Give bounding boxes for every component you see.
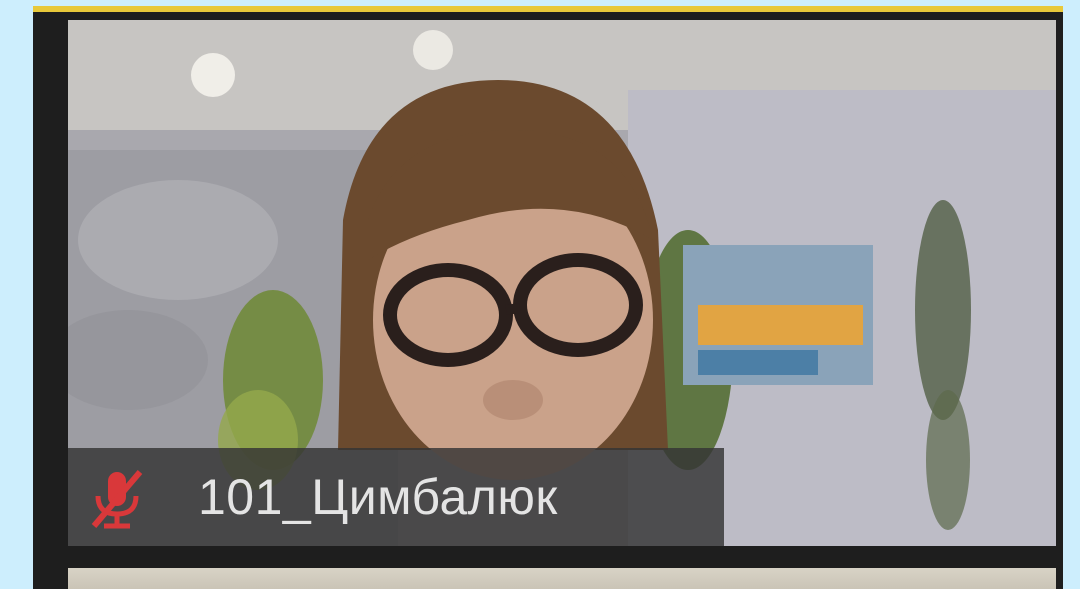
participant-video-tile[interactable]: 101_Цимбалюк [68, 20, 1056, 546]
participant-name: 101_Цимбалюк [198, 469, 558, 525]
video-gallery-panel: 101_Цимбалюк [33, 6, 1063, 589]
participant-name-bar: 101_Цимбалюк [68, 448, 724, 546]
active-speaker-border [33, 6, 1063, 12]
mic-muted-icon [91, 470, 143, 529]
next-participant-video-tile[interactable] [68, 568, 1056, 589]
